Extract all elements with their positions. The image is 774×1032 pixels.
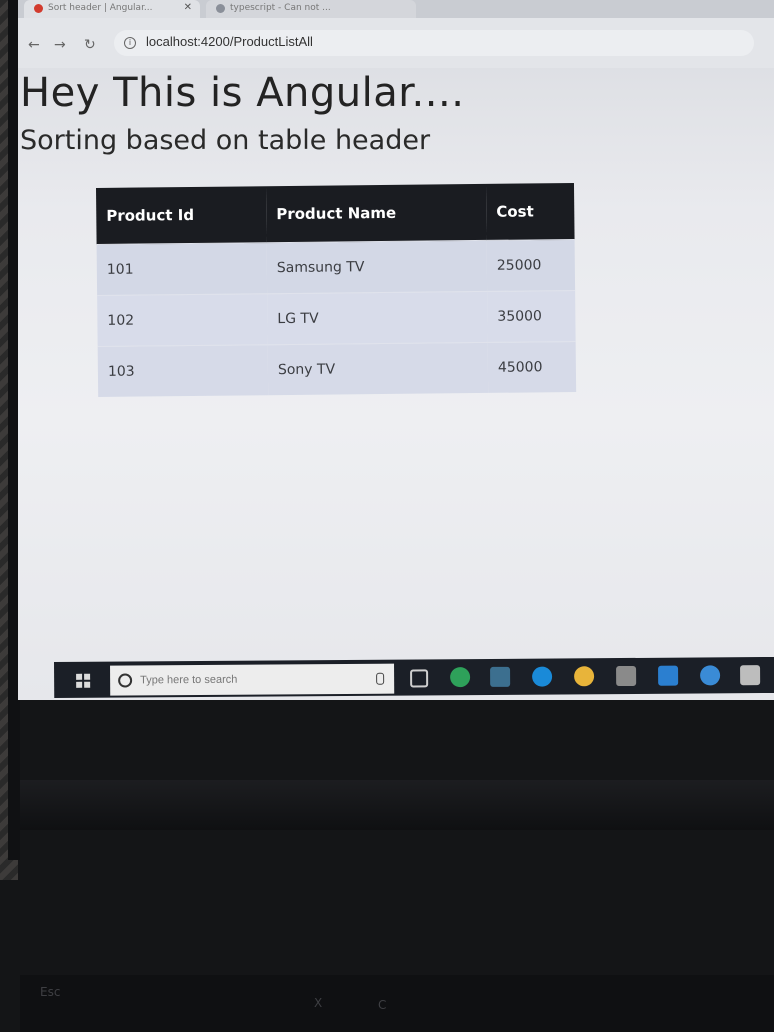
cell-cost: 45000 — [487, 341, 577, 393]
tab-title: typescript - Can not ... — [230, 3, 331, 13]
monitor-screen: Sort header | Angular... ✕ typescript - … — [18, 0, 774, 700]
table-row: 103 Sony TV 45000 — [97, 341, 577, 397]
vscode-icon[interactable] — [658, 665, 679, 686]
app-icon-folder[interactable] — [490, 666, 511, 687]
cell-product-id: 103 — [97, 344, 269, 397]
app-icon-green[interactable] — [450, 667, 471, 688]
back-arrow-icon[interactable]: ← — [28, 37, 40, 53]
cell-cost: 25000 — [486, 239, 576, 292]
header-product-id[interactable]: Product Id — [96, 186, 267, 245]
header-product-name[interactable]: Product Name — [265, 183, 487, 243]
table-body: 101 Samsung TV 25000 102 LG TV 35000 103… — [96, 239, 577, 397]
table-header-row: Product Id Product Name Cost — [96, 182, 575, 245]
cortana-circle-icon — [118, 673, 133, 688]
app-icon-window[interactable] — [616, 665, 637, 687]
browser-tab-2[interactable]: typescript - Can not ... — [206, 0, 416, 18]
close-icon[interactable]: ✕ — [184, 0, 192, 16]
app-icon-blue[interactable] — [700, 665, 721, 686]
forward-arrow-icon[interactable]: → — [54, 37, 66, 53]
windows-taskbar: Type here to search — [54, 656, 774, 698]
address-bar[interactable]: i localhost:4200/ProductListAll — [114, 30, 754, 56]
table-header: Product Id Product Name Cost — [96, 182, 575, 245]
esc-key: Esc — [40, 985, 61, 999]
microphone-icon[interactable] — [376, 672, 385, 685]
cell-product-name: LG TV — [267, 291, 488, 345]
taskbar-search-input[interactable]: Type here to search — [110, 663, 395, 696]
edge-browser-icon[interactable] — [532, 666, 553, 687]
tab-title: Sort header | Angular... — [48, 3, 153, 13]
browser-tab-1[interactable]: Sort header | Angular... ✕ — [24, 0, 200, 18]
reload-icon[interactable]: ↻ — [84, 37, 96, 53]
chrome-browser-icon[interactable] — [574, 666, 595, 687]
url-text: localhost:4200/ProductListAll — [146, 34, 313, 49]
product-table: Product Id Product Name Cost 101 Samsung… — [96, 182, 577, 397]
header-cost[interactable]: Cost — [485, 182, 575, 241]
cell-product-name: Samsung TV — [266, 240, 488, 294]
table-row: 102 LG TV 35000 — [97, 290, 576, 347]
cell-cost: 35000 — [487, 290, 576, 343]
laptop-hinge — [20, 780, 774, 830]
search-placeholder: Type here to search — [140, 673, 238, 687]
keyboard-function-row — [20, 975, 774, 1032]
task-view-icon[interactable] — [410, 669, 429, 688]
favicon-icon — [34, 4, 43, 13]
cell-product-name: Sony TV — [267, 342, 489, 396]
browser-tab-strip: Sort header | Angular... ✕ typescript - … — [18, 0, 774, 18]
windows-start-icon[interactable] — [76, 673, 91, 688]
cell-product-id: 101 — [96, 242, 268, 296]
x-key: X — [314, 996, 323, 1010]
table-row: 101 Samsung TV 25000 — [96, 239, 576, 296]
browser-toolbar: ← → ↻ i localhost:4200/ProductListAll — [18, 18, 774, 68]
page-subtitle: Sorting based on table header — [20, 125, 431, 156]
page-title: Hey This is Angular.... — [20, 70, 465, 116]
favicon-icon — [216, 4, 225, 13]
c-key: C — [378, 998, 387, 1012]
app-icon-gray[interactable] — [740, 665, 761, 686]
cell-product-id: 102 — [97, 293, 268, 347]
info-icon[interactable]: i — [124, 37, 136, 49]
